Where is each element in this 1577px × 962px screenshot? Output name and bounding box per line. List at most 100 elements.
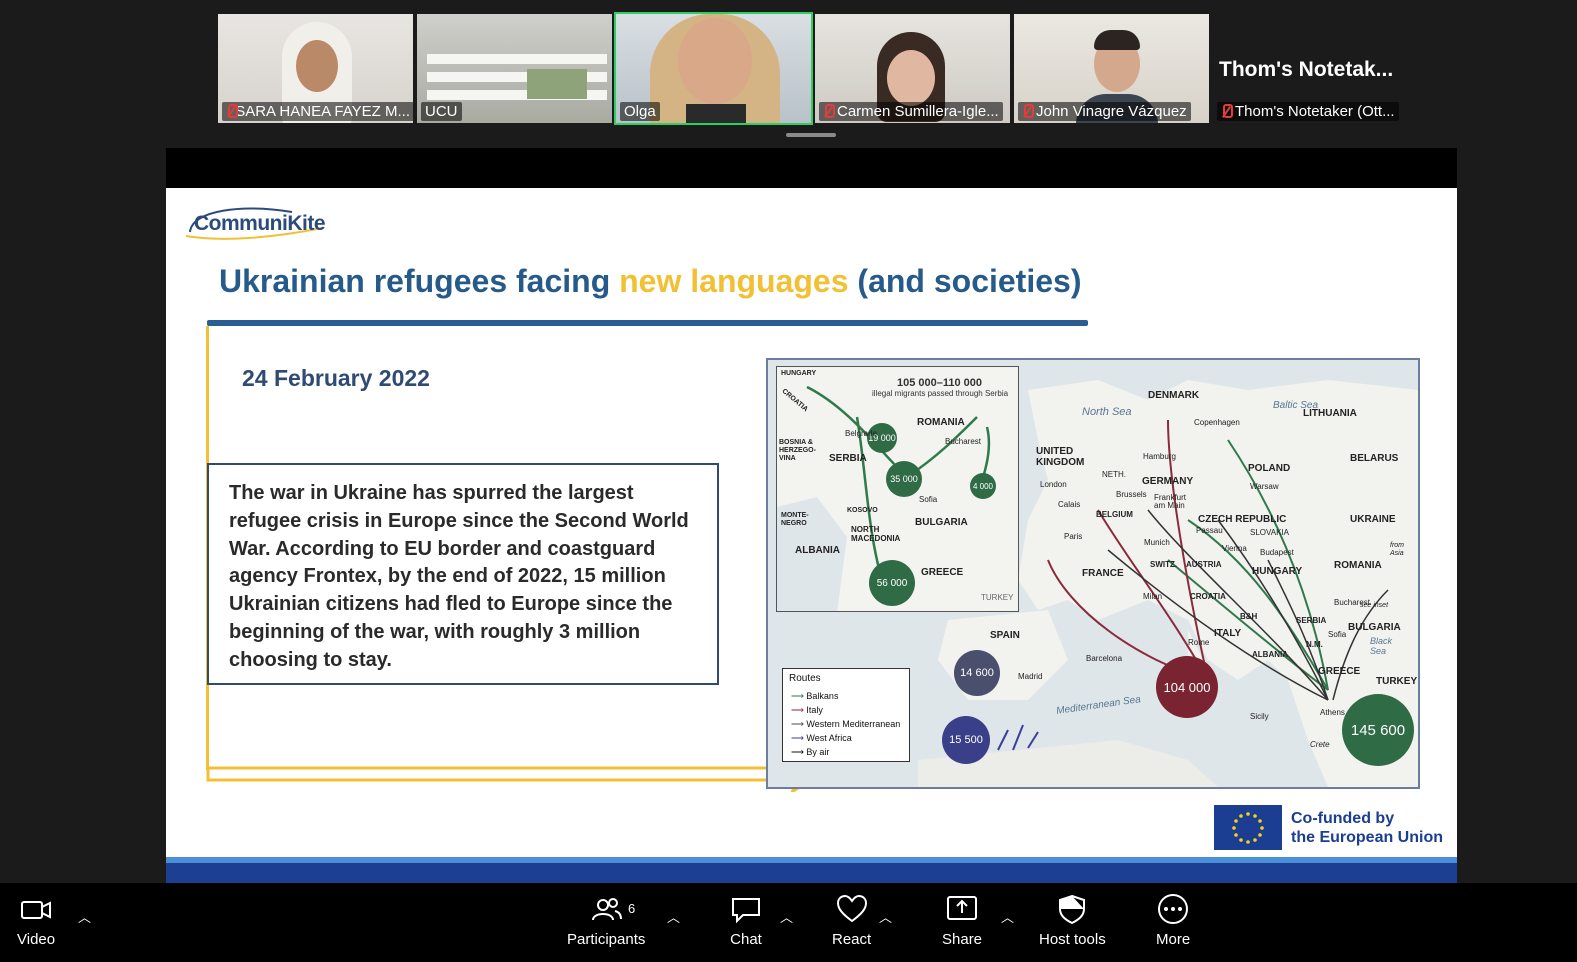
- more-dots-icon: [1156, 893, 1190, 925]
- timeline-arrow: [206, 752, 821, 792]
- map-label: NORTH MACEDONIA: [851, 525, 901, 543]
- migration-routes-map: 105 000–110 000 illegal migrants passed …: [766, 358, 1420, 789]
- map-label: ITALY: [1214, 628, 1242, 639]
- participants-icon: [589, 893, 623, 925]
- react-options-caret[interactable]: ︿: [879, 907, 892, 926]
- map-label: Budapest: [1260, 548, 1294, 557]
- map-label: Munich: [1144, 538, 1170, 547]
- map-label: BULGARIA: [915, 517, 968, 528]
- participants-options-caret[interactable]: ︿: [667, 907, 680, 926]
- body-textbox: The war in Ukraine has spurred the large…: [207, 463, 719, 685]
- participants-count: 6: [628, 901, 636, 916]
- participant-name: Thom's Notetaker (Ott...: [1217, 102, 1399, 121]
- participant-tile-5[interactable]: John Vinagre Vázquez: [1012, 12, 1211, 125]
- mic-muted-icon: [1022, 104, 1034, 119]
- map-label: TURKEY: [1376, 676, 1418, 687]
- inset-subtitle: illegal migrants passed through Serbia: [872, 389, 1009, 398]
- bubble-56000: 56 000: [869, 560, 915, 606]
- map-label: FRANCE: [1082, 568, 1124, 579]
- map-label: HUNGARY: [781, 370, 817, 377]
- body-text: The war in Ukraine has spurred the large…: [229, 482, 689, 671]
- map-label: Bucharest: [945, 437, 982, 446]
- map-label: Milan: [1143, 592, 1163, 601]
- map-label: HUNGARY: [1252, 566, 1303, 577]
- map-label: GERMANY: [1142, 476, 1194, 487]
- participant-tile-2[interactable]: UCU: [415, 12, 614, 125]
- react-button[interactable]: React: [832, 893, 871, 948]
- participant-strip: SARA HANEA FAYEZ M... UCU Olga Carmen Su…: [216, 12, 1410, 125]
- meeting-window: SARA HANEA FAYEZ M... UCU Olga Carmen Su…: [0, 0, 1577, 962]
- shared-screen: CommuniKite Ukrainian refugees facing ne…: [166, 148, 1457, 883]
- video-button[interactable]: Video: [17, 893, 55, 948]
- map-label: BELARUS: [1350, 453, 1399, 464]
- map-label: SWITZ.: [1150, 560, 1178, 569]
- participant-name: John Vinagre Vázquez: [1018, 102, 1191, 121]
- slide-title: Ukrainian refugees facing new languages …: [219, 263, 1082, 299]
- map-label: ROMANIA: [1334, 560, 1382, 571]
- map-label: Athens: [1320, 708, 1345, 717]
- notetaker-title: Thom's Notetak...: [1219, 58, 1394, 81]
- map-label: Brussels: [1116, 490, 1147, 499]
- legend-item-balkans: ⟶ Balkans: [791, 691, 839, 701]
- share-screen-icon: [945, 893, 979, 925]
- participant-tile-4[interactable]: Carmen Sumillera-Igle...: [813, 12, 1012, 125]
- video-camera-icon: [19, 893, 53, 925]
- share-button[interactable]: Share: [942, 893, 982, 948]
- map-label: BELGIUM: [1096, 510, 1133, 519]
- communikite-logo: CommuniKite: [182, 202, 332, 242]
- map-label: NETH.: [1102, 470, 1126, 479]
- mic-muted-icon: [823, 104, 835, 119]
- legend-item-western-med: ⟶ Western Mediterranean: [791, 719, 901, 729]
- map-label: Sicily: [1250, 712, 1269, 721]
- map-label: Warsaw: [1250, 482, 1279, 491]
- legend-item-italy: ⟶ Italy: [791, 705, 823, 715]
- video-options-caret[interactable]: ︿: [78, 907, 91, 926]
- host-tools-button[interactable]: Host tools: [1039, 893, 1106, 948]
- chat-options-caret[interactable]: ︿: [780, 907, 793, 926]
- map-label: TURKEY: [981, 593, 1014, 602]
- bubble-35000: 35 000: [886, 461, 922, 497]
- participant-tile-active[interactable]: Olga: [614, 12, 813, 125]
- map-label: Calais: [1058, 500, 1081, 509]
- participant-name: Carmen Sumillera-Igle...: [819, 102, 1003, 121]
- map-label: GREECE: [921, 567, 964, 578]
- map-label: SLOVAKIA: [1250, 528, 1289, 537]
- slide-date: 24 February 2022: [242, 365, 430, 391]
- map-label: SPAIN: [990, 630, 1020, 641]
- map-label: Hamburg: [1143, 452, 1176, 461]
- mic-muted-icon: [226, 104, 239, 119]
- share-options-caret[interactable]: ︿: [1001, 907, 1014, 926]
- map-label: London: [1040, 480, 1067, 489]
- chat-button[interactable]: Chat: [729, 893, 763, 948]
- map-label: CZECH REPUBLIC: [1198, 514, 1287, 525]
- map-label: from Asia: [1390, 542, 1404, 557]
- map-label: North Sea: [1082, 406, 1132, 418]
- participant-tile-notetaker[interactable]: Thom's Notetak... Thom's Notetaker (Ott.…: [1211, 12, 1410, 125]
- eu-cofunded-logo: Co-funded by the European Union: [1214, 805, 1443, 853]
- map-label: SERBIA: [829, 453, 867, 464]
- map-label: Crete: [1310, 740, 1330, 749]
- legend-title: Routes: [789, 673, 821, 684]
- inset-title: 105 000–110 000: [897, 377, 983, 389]
- bubble-14600: 14 600: [954, 650, 1000, 696]
- map-label: BOSNIA & HERZEGO-VINA: [779, 439, 816, 462]
- map-label: DENMARK: [1148, 390, 1200, 401]
- eu-flag-icon: [1214, 805, 1282, 850]
- participant-name: Olga: [620, 102, 660, 121]
- legend-item-by-air: ⟶ By air: [791, 747, 830, 757]
- more-button[interactable]: More: [1156, 893, 1190, 948]
- map-label: Black Sea: [1370, 636, 1393, 656]
- map-label: UNITED KINGDOM: [1036, 446, 1085, 468]
- map-label: SERBIA: [1296, 616, 1327, 625]
- map-label: POLAND: [1248, 463, 1291, 474]
- mic-muted-icon: [1221, 104, 1233, 119]
- map-label: Paris: [1064, 532, 1083, 541]
- map-label: Madrid: [1018, 672, 1043, 681]
- strip-resize-handle[interactable]: [786, 133, 836, 137]
- participant-tile-1[interactable]: SARA HANEA FAYEZ M...: [216, 12, 415, 125]
- slide-footer-band: [166, 857, 1457, 883]
- participant-name: UCU: [421, 102, 462, 121]
- map-label: Frankfurt am Main: [1154, 493, 1187, 510]
- bubble-4000: 4 000: [970, 473, 996, 499]
- map-label: Belgrade: [845, 429, 878, 438]
